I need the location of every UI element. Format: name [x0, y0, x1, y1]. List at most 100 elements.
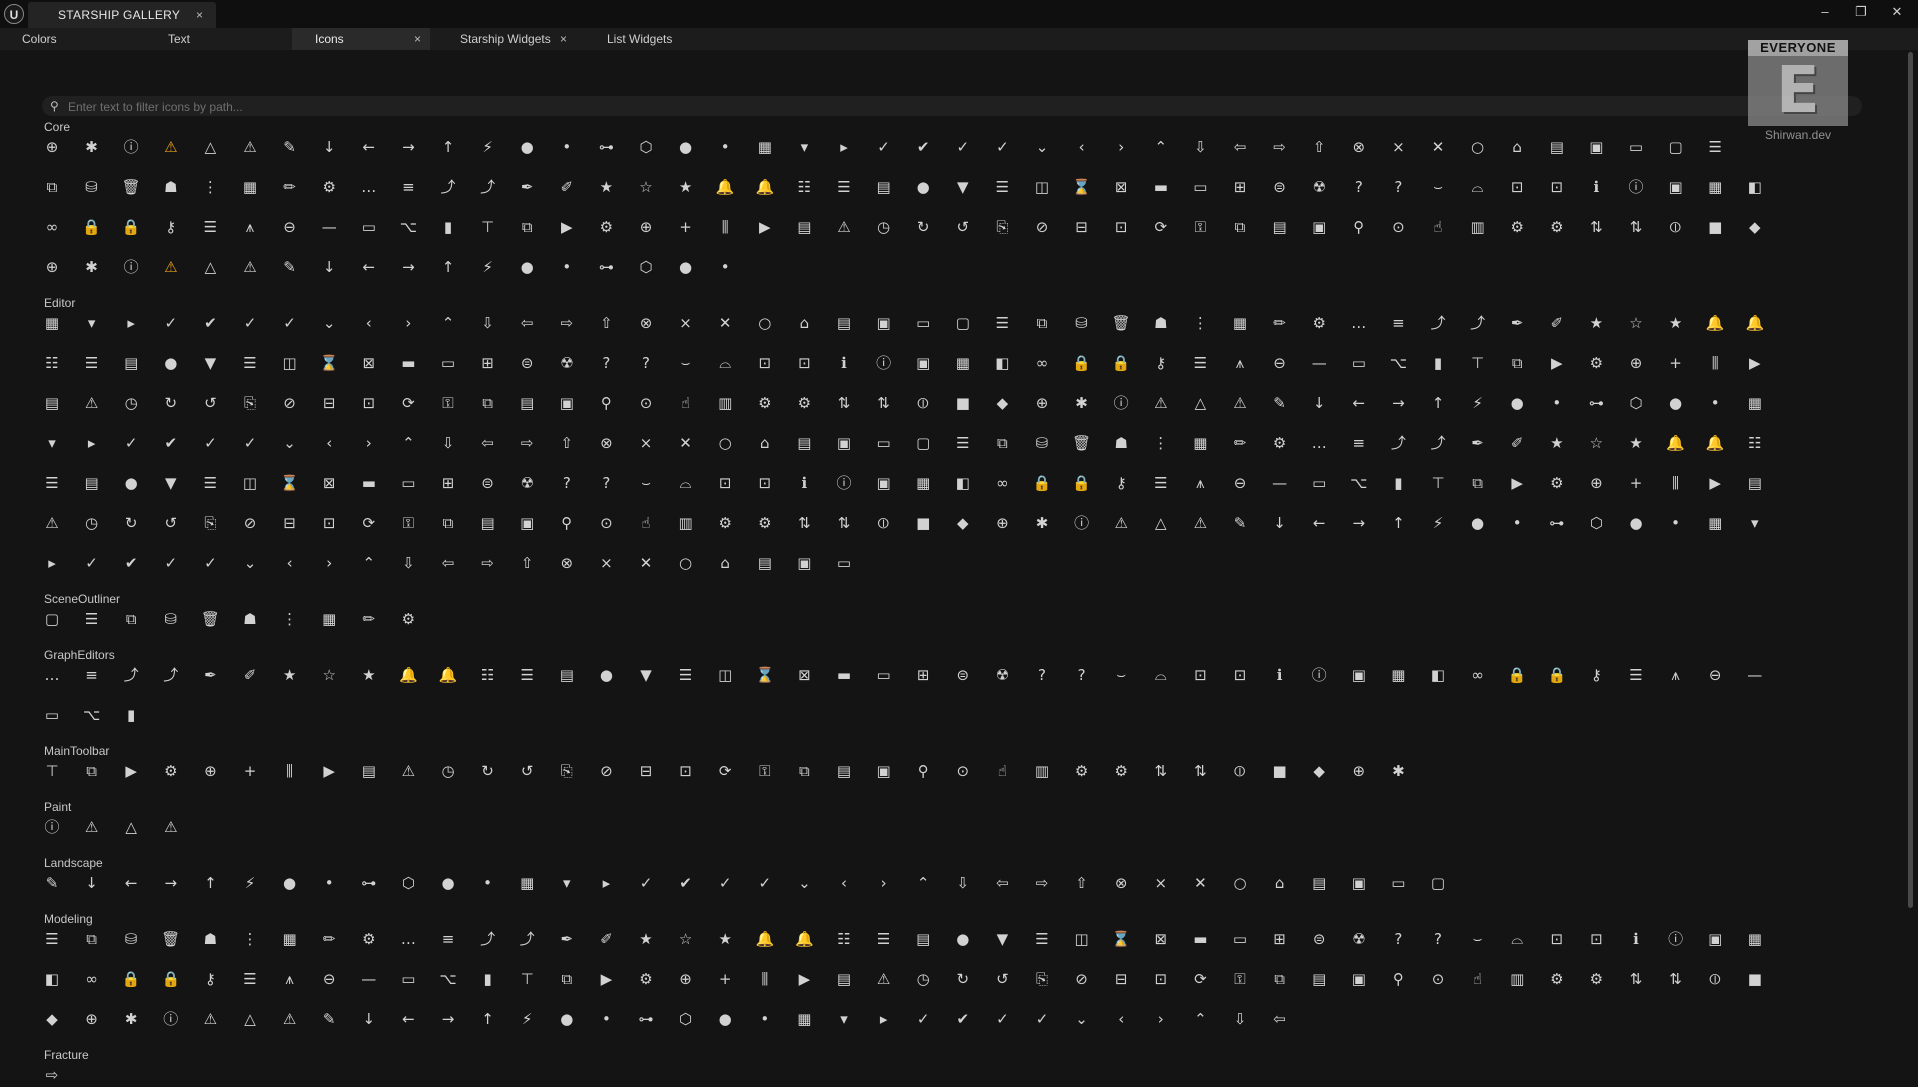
- editor-icon: ⚠: [1193, 514, 1208, 532]
- editor-icon: ⤴: [1430, 434, 1446, 452]
- editor-icon: ⇅: [877, 394, 890, 412]
- modeling-icon: ▾: [840, 1010, 848, 1028]
- unreal-logo-icon: U: [4, 4, 24, 24]
- modeling-icon: —: [361, 970, 377, 988]
- maximize-button[interactable]: ❐: [1846, 2, 1876, 22]
- editor-icon: ★: [1629, 434, 1643, 452]
- modeling-icon: ▮: [483, 970, 492, 988]
- editor-icon: ⌃: [362, 554, 376, 572]
- modeling-icon: •: [760, 1010, 770, 1028]
- core-icon: ✐: [560, 178, 574, 196]
- editor-icon: ⌃: [402, 434, 415, 452]
- sceneoutliner-icon: ▢: [44, 610, 60, 628]
- core-icon: ⩚: [245, 218, 255, 236]
- editor-icon: ⊕: [1590, 474, 1603, 492]
- vertical-scrollbar[interactable]: [1908, 52, 1913, 908]
- sceneoutliner-icon: ☗: [243, 610, 257, 628]
- tab-colors[interactable]: Colors: [22, 28, 142, 50]
- maintoolbar-icon: ⊘: [600, 762, 613, 780]
- editor-icon: ⓘ: [1113, 394, 1129, 412]
- core-icon: ●: [679, 258, 693, 276]
- grapheditors-icon: ℹ: [1276, 666, 1283, 684]
- core-icon: ⚠: [164, 258, 178, 276]
- editor-icon: ☆: [1629, 314, 1643, 332]
- core-icon: ▾: [800, 138, 809, 156]
- editor-icon: 🗑: [1111, 314, 1131, 332]
- editor-icon: ‹: [365, 314, 372, 332]
- editor-icon: ⊘: [243, 514, 257, 532]
- close-window-button[interactable]: ✕: [1882, 2, 1912, 22]
- editor-icon: ⇧: [520, 554, 534, 572]
- editor-icon: ←: [1352, 394, 1366, 412]
- tab-list-widgets[interactable]: List Widgets: [607, 28, 717, 50]
- modeling-icon: ⌃: [1194, 1010, 1207, 1028]
- minimize-button[interactable]: –: [1810, 2, 1840, 22]
- tab-starship-gallery-label: STARSHIP GALLERY: [58, 8, 181, 22]
- tab-text[interactable]: Text: [168, 28, 288, 50]
- modeling-icon: ✒: [560, 930, 574, 948]
- tab-icons[interactable]: Icons ×: [292, 28, 430, 50]
- icon-filter-search[interactable]: ⚲: [42, 96, 1862, 116]
- editor-icon: ℹ: [801, 474, 808, 492]
- modeling-icon: ⌛: [1111, 930, 1131, 948]
- modeling-icon: ⦶: [1709, 970, 1721, 988]
- editor-icon: →: [1352, 514, 1366, 532]
- modeling-icon: ☝: [1473, 970, 1483, 988]
- grapheditors-icon: ?: [1038, 666, 1046, 684]
- maintoolbar-icon: ✱: [1392, 762, 1405, 780]
- editor-icon: —: [1272, 474, 1288, 492]
- editor-icon: ▼: [165, 474, 177, 492]
- core-icon: ☗: [164, 178, 178, 196]
- editor-icon: ≡: [1352, 434, 1366, 452]
- core-icon: •: [562, 258, 572, 276]
- maintoolbar-icon: ⊡: [679, 762, 692, 780]
- grapheditors-icon: ★: [362, 666, 376, 684]
- modeling-icon: ▤: [916, 930, 931, 948]
- editor-icon: ⊜: [520, 354, 534, 372]
- core-icon: ⊡: [1550, 178, 1564, 196]
- core-icon: ▬: [1153, 178, 1168, 196]
- maintoolbar-icon: ⊕: [204, 762, 217, 780]
- editor-icon: ✓: [243, 434, 257, 452]
- core-icon: +: [679, 218, 692, 236]
- grapheditors-icon: ◫: [718, 666, 733, 684]
- core-icon: ◧: [1747, 178, 1762, 196]
- modeling-icon: ▶: [798, 970, 811, 988]
- close-icon[interactable]: ×: [560, 28, 567, 50]
- modeling-icon: ⧉: [86, 930, 97, 948]
- modeling-icon: △: [244, 1010, 256, 1028]
- editor-icon: ▭: [401, 474, 416, 492]
- editor-icon: ▤: [520, 394, 535, 412]
- search-input[interactable]: [66, 98, 1850, 116]
- core-icon: ⫼: [721, 218, 729, 236]
- core-icon: ⚙: [322, 178, 336, 196]
- modeling-icon: ⟳: [1194, 970, 1207, 988]
- paint-icon: ⚠: [84, 818, 99, 836]
- core-icon: ▣: [1312, 218, 1327, 236]
- editor-icon: ⤴: [1390, 434, 1406, 452]
- editor-icon: ⚙: [1550, 474, 1564, 492]
- modeling-icon: 🔒: [121, 970, 141, 988]
- close-icon[interactable]: ×: [196, 8, 203, 22]
- editor-icon: ▤: [84, 474, 99, 492]
- editor-icon: ⚙: [1272, 434, 1287, 452]
- editor-icon: ‹: [286, 554, 293, 572]
- modeling-icon: ⫼: [761, 970, 769, 988]
- maintoolbar-icon: ↺: [520, 762, 534, 780]
- core-icon: ▸: [840, 138, 848, 156]
- editor-icon: 🔔: [1705, 314, 1725, 332]
- core-icon: ?: [1354, 178, 1363, 196]
- rating-letter: E: [1776, 54, 1820, 128]
- modeling-icon: ▤: [1312, 970, 1327, 988]
- editor-icon: ⋮: [1192, 314, 1208, 332]
- grapheditors-icon: ▣: [1351, 666, 1366, 684]
- editor-icon: ⊞: [481, 354, 494, 372]
- modeling-icon: ⚙: [362, 930, 376, 948]
- modeling-icon: 🗑: [161, 930, 181, 948]
- modeling-icon: ▦: [797, 1010, 812, 1028]
- tab-starship-widgets[interactable]: Starship Widgets ×: [440, 28, 580, 50]
- tab-starship-gallery[interactable]: STARSHIP GALLERY ×: [28, 2, 216, 28]
- editor-icon: ▣: [836, 434, 852, 452]
- close-icon[interactable]: ×: [414, 28, 421, 50]
- modeling-icon: ⧉: [1274, 970, 1285, 988]
